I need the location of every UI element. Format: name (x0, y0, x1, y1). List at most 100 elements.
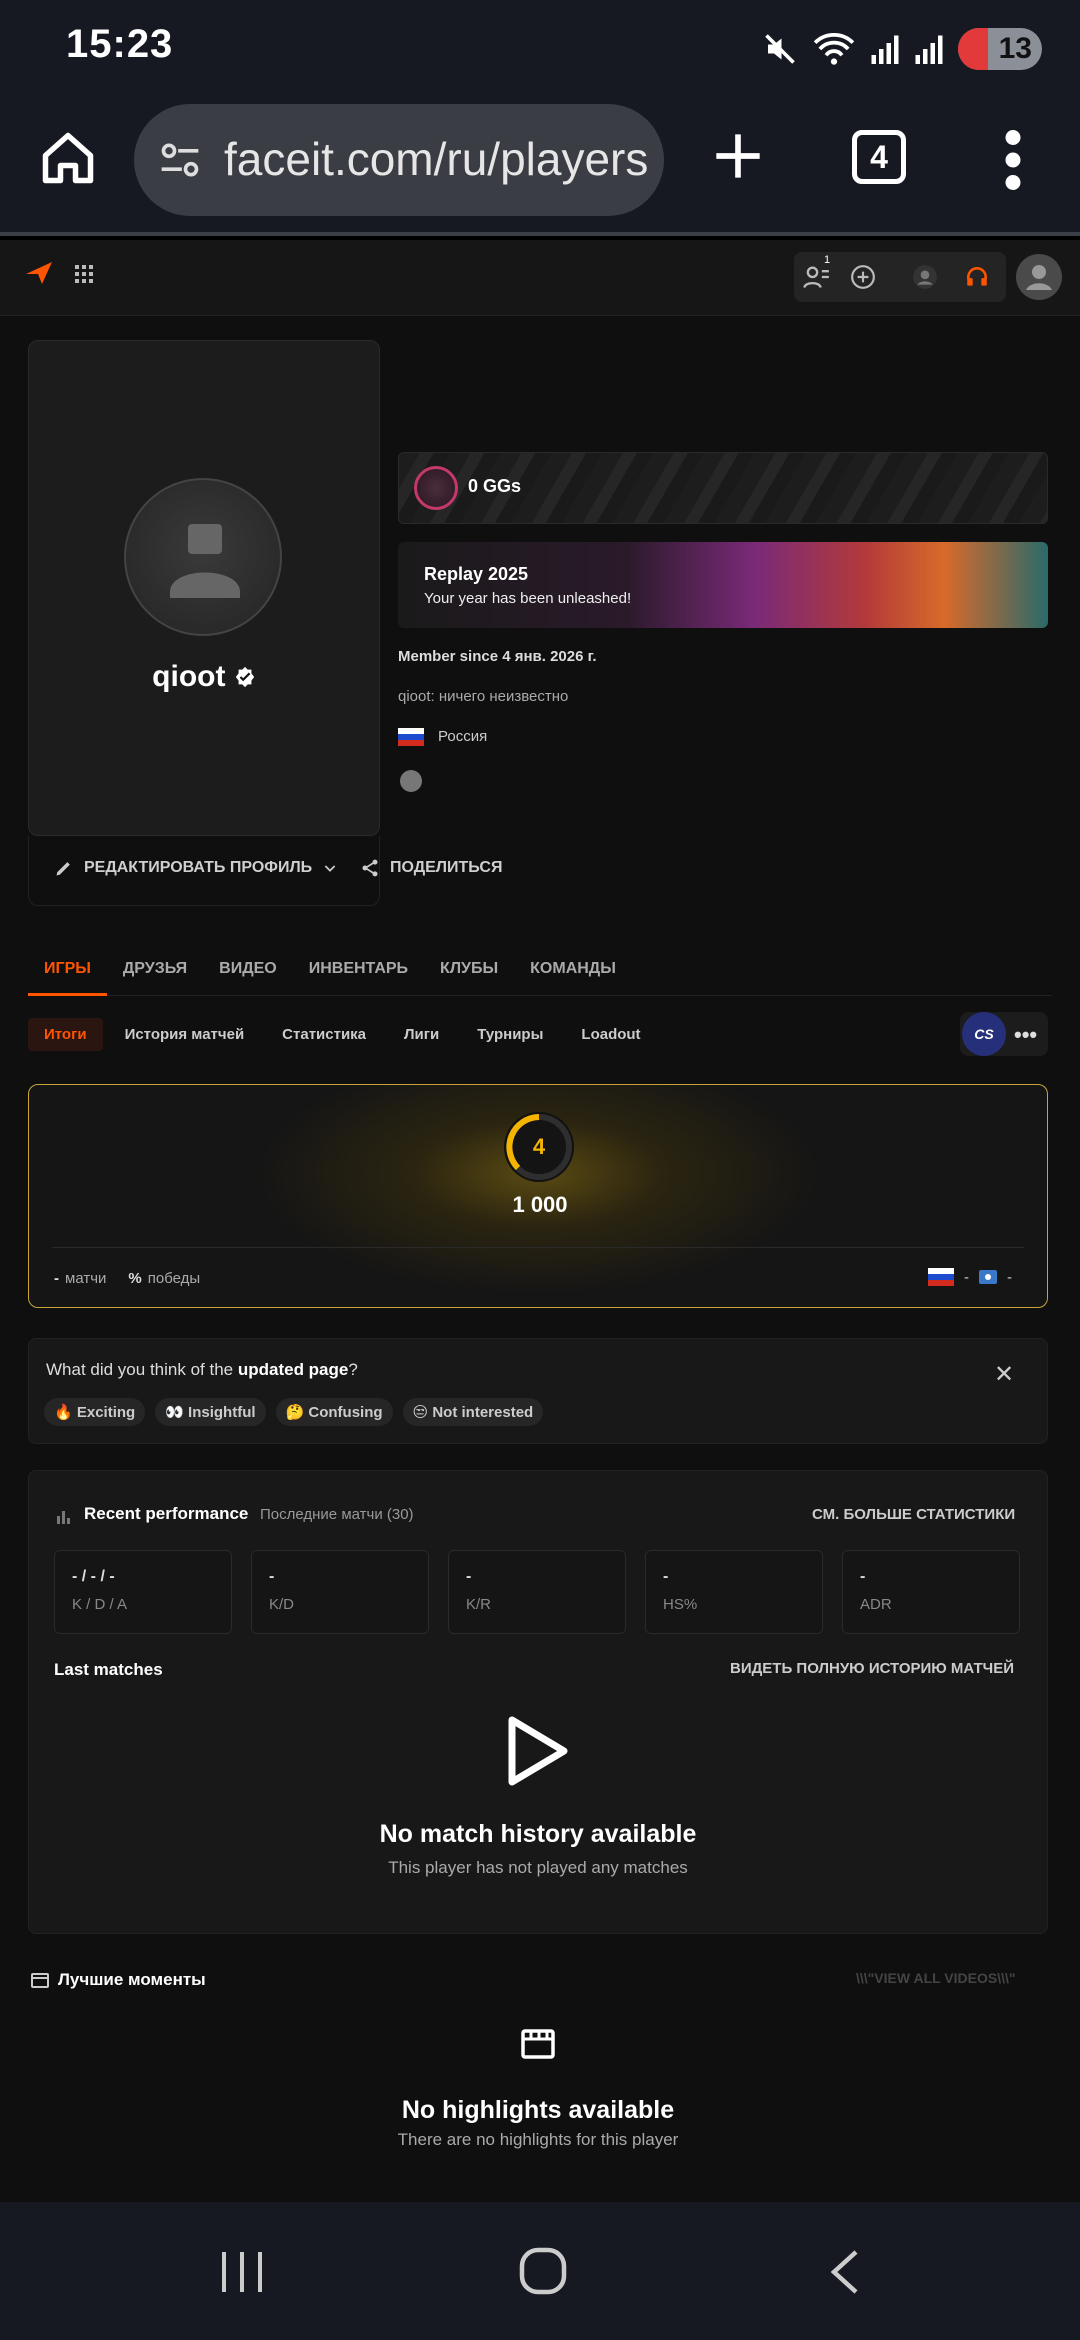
cs2-game-icon[interactable]: CS (962, 1012, 1006, 1056)
stat-box-kda (54, 1550, 232, 1634)
empty-match-subtitle: This player has not played any matches (388, 1858, 688, 1877)
stat-box-kd (251, 1550, 429, 1634)
match-summary: - матчи % победы (54, 1270, 200, 1287)
empty-match-title: No match history available (379, 1820, 697, 1848)
home-icon[interactable] (38, 128, 98, 188)
signal-icon-2 (915, 35, 943, 64)
profile-bio: qioot: ничего неизвестно (398, 688, 569, 705)
country-rank-value: - (964, 1268, 969, 1286)
view-all-videos-link[interactable]: \\\"VIEW ALL VIDEOS\\\" (856, 1970, 1016, 1986)
elo-value: 1 000 (512, 1192, 568, 1217)
party-user-icon[interactable] (912, 264, 938, 290)
default-avatar-icon (170, 524, 240, 598)
ggs-count: 0 GGs (468, 476, 522, 496)
replay-subtitle: Your year has been unleashed! (424, 590, 632, 607)
replay-banner[interactable] (398, 542, 1048, 628)
wifi-icon (813, 33, 855, 65)
tab-friends[interactable]: ДРУЗЬЯ (107, 960, 203, 996)
full-match-history-link[interactable]: ВИДЕТЬ ПОЛНУЮ ИСТОРИЮ МАТЧЕЙ (730, 1660, 1014, 1677)
ranking-flags: - - (928, 1268, 1012, 1286)
share-icon (362, 859, 378, 877)
divider (52, 1247, 1024, 1248)
friends-badge: 1 (824, 254, 831, 266)
steam-icon[interactable] (400, 770, 422, 792)
stat-label-kd: K/D (269, 1596, 295, 1613)
verified-icon (235, 666, 254, 688)
stat-label-hs: HS% (663, 1596, 698, 1613)
tab-inventory[interactable]: ИНВЕНТАРЬ (293, 960, 424, 996)
tab-videos[interactable]: ВИДЕО (203, 960, 293, 996)
profile-name-text: qioot (152, 660, 226, 693)
more-options-icon[interactable]: ••• (1014, 1022, 1037, 1048)
feedback-chip-exciting[interactable]: 🔥 Exciting (44, 1398, 146, 1426)
stat-box-adr (842, 1550, 1020, 1634)
stat-box-kr (448, 1550, 626, 1634)
stat-label-kda: K / D / A (72, 1596, 128, 1613)
home-nav-icon[interactable] (518, 2246, 568, 2296)
region-rank-value: - (1007, 1268, 1012, 1286)
url-bar[interactable]: faceit.com/ru/players (134, 104, 664, 216)
play-icon (508, 1716, 568, 1786)
tab-games[interactable]: ИГРЫ (28, 960, 107, 996)
new-tab-icon[interactable] (712, 130, 764, 182)
system-nav-bar (0, 2202, 1080, 2340)
empty-highlights-subtitle: There are no highlights for this player (397, 2130, 679, 2149)
bar-chart-icon (57, 1511, 70, 1524)
back-icon[interactable] (826, 2248, 862, 2296)
share-button[interactable]: ПОДЕЛИТЬСЯ (360, 858, 502, 878)
stat-value-kda: - / - / - (72, 1568, 115, 1585)
feedback-chip-insightful[interactable]: 👀 Insightful (155, 1398, 266, 1426)
subtab-leagues[interactable]: Лиги (388, 1018, 455, 1051)
ggs-badge-icon (414, 466, 458, 510)
tabs-count-button[interactable]: 4 (852, 130, 906, 184)
replay-title: Replay 2025 (424, 564, 529, 584)
recent-apps-icon[interactable] (218, 2250, 266, 2294)
member-since: Member since 4 янв. 2026 г. (398, 648, 597, 665)
feedback-card (28, 1338, 1048, 1444)
matches-value: - (54, 1270, 59, 1287)
profile-avatar (124, 478, 282, 636)
game-subtabs: Итоги История матчей Статистика Лиги Тур… (28, 1016, 663, 1052)
faceit-logo-icon[interactable] (24, 260, 54, 286)
browser-menu-icon[interactable] (1000, 130, 1026, 190)
feedback-chip-confusing[interactable]: 🤔 Confusing (275, 1398, 393, 1426)
stat-label-kr: K/R (466, 1596, 492, 1613)
subtab-overview[interactable]: Итоги (28, 1017, 103, 1051)
empty-highlights-title: No highlights available (401, 2096, 675, 2124)
friends-requests-icon[interactable] (802, 264, 830, 290)
wins-value: % (128, 1270, 142, 1287)
clapperboard-icon (31, 1973, 49, 1988)
apps-grid-icon[interactable] (74, 264, 94, 284)
pencil-icon (56, 862, 70, 876)
see-more-stats-link[interactable]: СМ. БОЛЬШЕ СТАТИСТИКИ (812, 1506, 1015, 1523)
edit-profile-button[interactable]: РЕДАКТИРОВАТЬ ПРОФИЛЬ (54, 858, 338, 878)
tab-teams[interactable]: КОМАНДЫ (514, 960, 632, 996)
stat-box-hs (645, 1550, 823, 1634)
matches-label: матчи (65, 1270, 107, 1287)
subtab-tournaments[interactable]: Турниры (461, 1018, 559, 1051)
profile-tabs: ИГРЫ ДРУЗЬЯ ВИДЕО ИНВЕНТАРЬ КЛУБЫ КОМАНД… (28, 960, 1052, 996)
wins-label: победы (147, 1270, 201, 1287)
subtab-statistics[interactable]: Статистика (266, 1018, 382, 1051)
battery-indicator: 13 (958, 28, 1042, 70)
russia-flag-icon (398, 728, 424, 746)
user-avatar[interactable] (1016, 254, 1062, 300)
feedback-question-bold: updated page (237, 1360, 349, 1379)
faceit-header: 1 (0, 240, 1080, 316)
add-icon[interactable] (850, 264, 876, 290)
feedback-chip-not-interested[interactable]: 😒 Not interested (402, 1398, 544, 1426)
country-rank-flag-icon (928, 1268, 954, 1286)
subtab-loadout[interactable]: Loadout (565, 1018, 656, 1051)
tab-clubs[interactable]: КЛУБЫ (424, 960, 514, 996)
status-time: 15:23 (66, 22, 174, 66)
stat-value-kd: - (269, 1568, 275, 1585)
stat-value-adr: - (860, 1568, 866, 1585)
url-text[interactable]: faceit.com/ru/players (224, 132, 648, 186)
feedback-question: What did you think of the updated page? (46, 1360, 358, 1380)
site-settings-icon[interactable] (158, 138, 202, 182)
status-icons: 13 (762, 26, 1042, 72)
support-headset-icon[interactable] (964, 264, 990, 290)
stat-value-kr: - (466, 1568, 472, 1585)
close-icon[interactable]: ✕ (994, 1360, 1014, 1389)
subtab-match-history[interactable]: История матчей (109, 1018, 261, 1051)
